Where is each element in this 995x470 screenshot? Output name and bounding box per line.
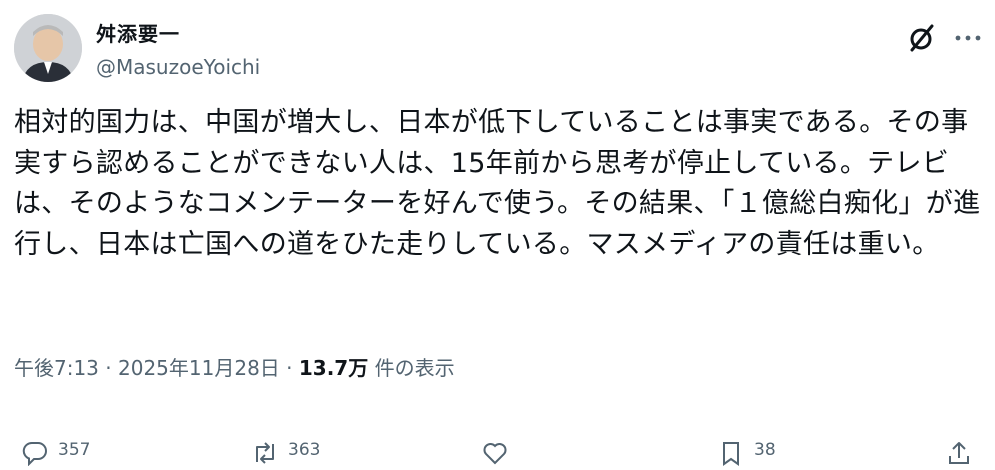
avatar-photo bbox=[14, 14, 82, 82]
grok-icon[interactable] bbox=[905, 22, 937, 54]
reply-icon bbox=[22, 441, 47, 466]
views-label: 件の表示 bbox=[368, 356, 455, 380]
author-display-name[interactable]: 舛添要一 bbox=[96, 18, 180, 47]
repost-button[interactable]: 363 bbox=[252, 440, 320, 470]
tweet-meta: 午後7:13 · 2025年11月28日 · 13.7万 件の表示 bbox=[14, 352, 455, 381]
reply-button[interactable]: 357 bbox=[22, 440, 90, 470]
bookmark-icon bbox=[723, 442, 739, 466]
tweet-time[interactable]: 午後7:13 bbox=[14, 356, 99, 380]
bookmark-count: 38 bbox=[754, 440, 776, 460]
views-count: 13.7万 bbox=[298, 356, 369, 380]
repost-icon bbox=[256, 442, 274, 464]
share-icon bbox=[949, 442, 969, 464]
meta-separator: · bbox=[279, 356, 299, 380]
like-button[interactable] bbox=[482, 440, 518, 470]
reply-count: 357 bbox=[58, 440, 91, 460]
like-icon bbox=[483, 443, 507, 465]
more-dots-icon[interactable] bbox=[952, 28, 984, 48]
meta-separator: · bbox=[98, 356, 118, 380]
repost-count: 363 bbox=[288, 440, 321, 460]
share-button[interactable] bbox=[946, 440, 982, 470]
tweet-date[interactable]: 2025年11月28日 bbox=[118, 356, 280, 380]
avatar[interactable] bbox=[14, 14, 82, 82]
bookmark-button[interactable]: 38 bbox=[718, 440, 776, 470]
tweet-text: 相対的国力は、中国が増大し、日本が低下していることは事実である。その事実すら認め… bbox=[14, 107, 981, 260]
author-handle[interactable]: @MasuzoeYoichi bbox=[96, 55, 260, 79]
